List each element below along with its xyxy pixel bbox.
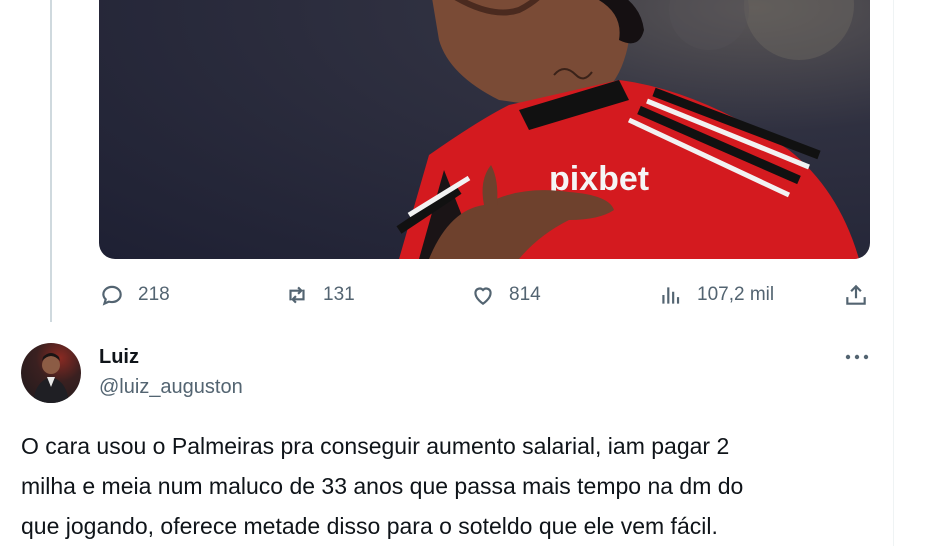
share-button[interactable]: [843, 280, 869, 310]
like-count: 814: [509, 284, 541, 305]
thread-connector-line: [50, 0, 52, 322]
more-options-button[interactable]: [840, 344, 874, 370]
reply-icon: [102, 285, 122, 306]
tweet-text: O cara usou o Palmeiras pra conseguir au…: [21, 433, 744, 539]
more-horizontal-icon: [845, 354, 869, 360]
avatar[interactable]: [21, 343, 81, 403]
views-button[interactable]: 107,2 mil: [658, 280, 774, 310]
like-button[interactable]: 814: [470, 280, 541, 310]
retweet-count: 131: [323, 284, 355, 305]
reply-button[interactable]: 218: [99, 280, 170, 310]
author-handle[interactable]: @luiz_auguston: [99, 376, 243, 399]
share-icon: [846, 284, 866, 305]
analytics-icon: [662, 287, 680, 304]
timeline: pixbet 218 131 814 107,2 mil Luiz @luiz_…: [0, 0, 926, 546]
heart-icon: [474, 287, 492, 305]
retweet-button[interactable]: 131: [284, 280, 355, 310]
player-photo: pixbet: [396, 0, 859, 259]
retweet-icon: [289, 286, 305, 304]
avatar-photo: [33, 353, 69, 403]
column-divider: [893, 0, 894, 546]
reply-count: 218: [138, 284, 170, 305]
tweet-action-bar: 218 131 814 107,2 mil: [99, 280, 872, 310]
views-count: 107,2 mil: [697, 284, 775, 305]
tweet-media-photo[interactable]: pixbet: [99, 0, 870, 259]
author-display-name[interactable]: Luiz: [99, 346, 139, 369]
